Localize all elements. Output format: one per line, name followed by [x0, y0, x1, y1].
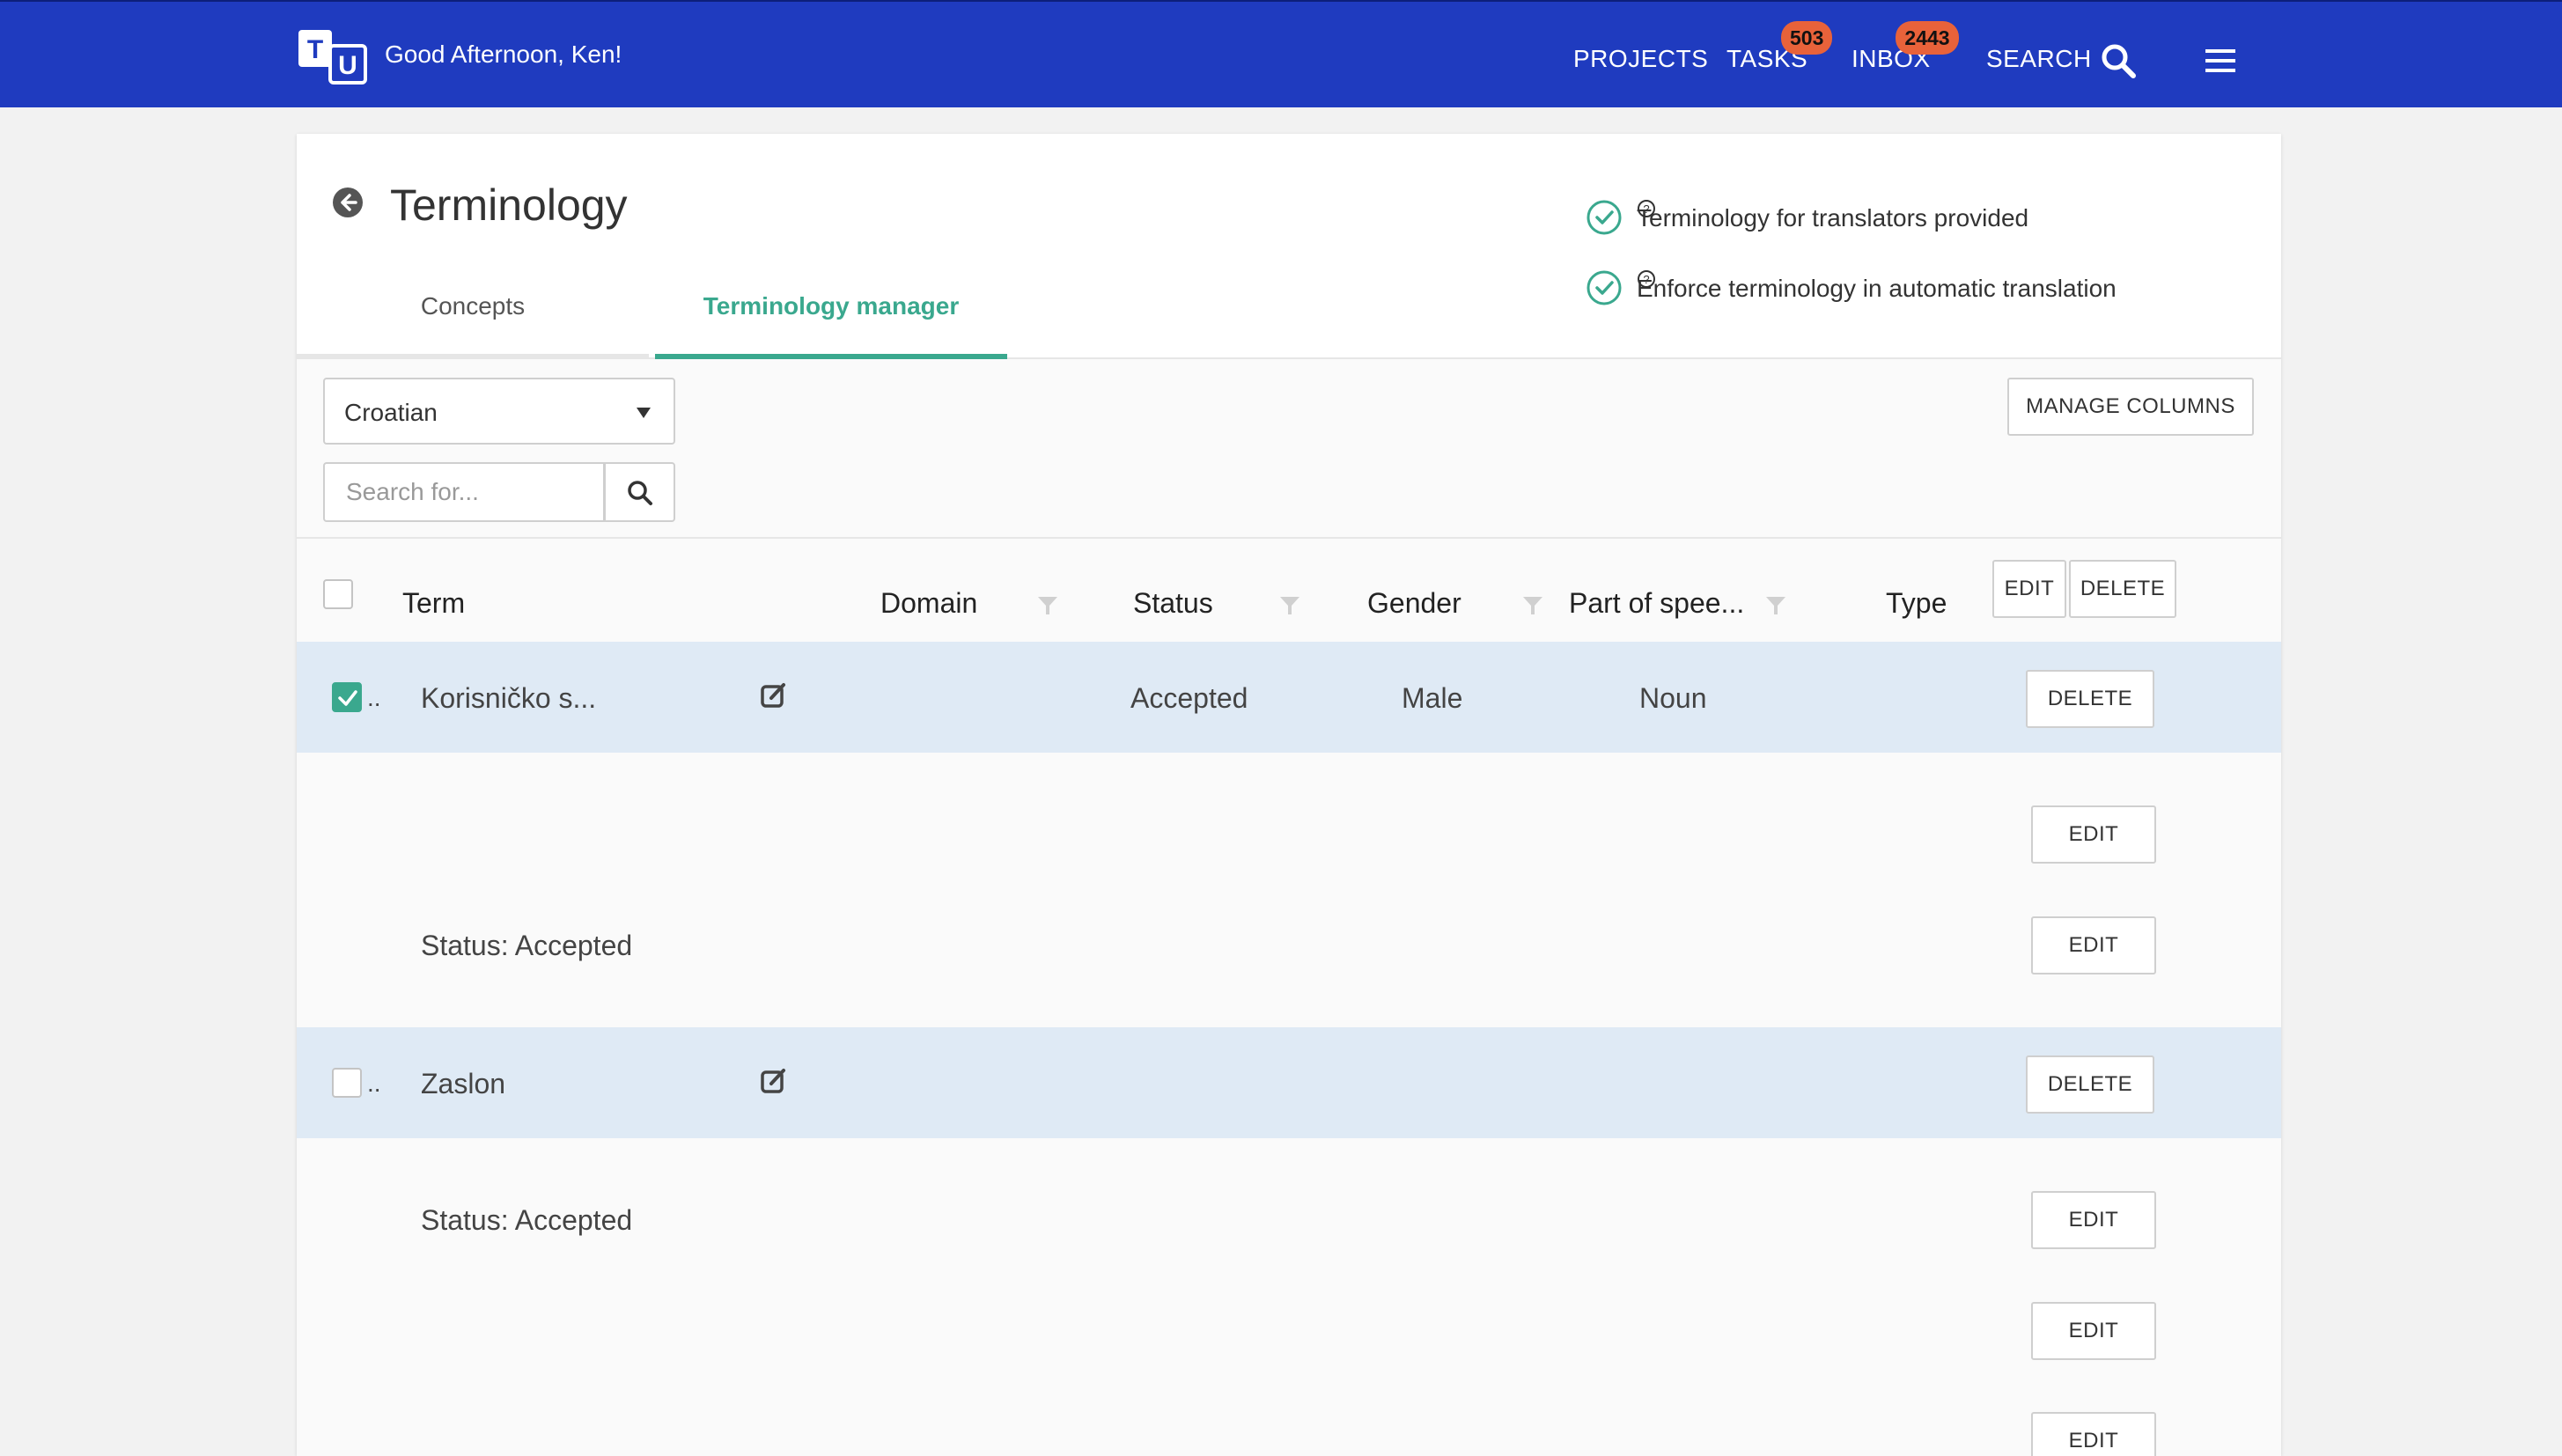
- detail-status-text: Status: Accepted: [421, 930, 633, 961]
- column-header-gender[interactable]: Gender: [1367, 587, 1461, 620]
- svg-text:?: ?: [1643, 273, 1649, 286]
- page-title: Terminology: [390, 180, 628, 230]
- term-cell: Korisničko s...: [421, 682, 597, 714]
- detail-edit-button[interactable]: EDIT: [2031, 916, 2156, 974]
- language-select-value: Croatian: [344, 399, 438, 426]
- card-header: Terminology Terminology for translators …: [297, 134, 2281, 359]
- checkmark-icon: [338, 690, 357, 706]
- search-icon[interactable]: [2100, 42, 2137, 84]
- nav-projects[interactable]: PROJECTS: [1573, 45, 1708, 73]
- row-checkbox[interactable]: [332, 1068, 362, 1098]
- search-button[interactable]: [604, 462, 675, 522]
- tab-label: Terminology manager: [703, 292, 960, 320]
- status-cell: Accepted: [1130, 682, 1248, 714]
- hamburger-menu-icon[interactable]: [2205, 48, 2235, 78]
- svg-text:T: T: [307, 35, 323, 64]
- edit-icon[interactable]: [759, 680, 789, 715]
- row-checkbox[interactable]: [332, 682, 362, 712]
- inbox-count-badge: 2443: [1896, 21, 1959, 55]
- detail-edit-button[interactable]: EDIT: [2031, 805, 2156, 864]
- svg-text:?: ?: [1643, 202, 1649, 216]
- column-header-type[interactable]: Type: [1886, 587, 1947, 620]
- app-logo[interactable]: T U: [297, 28, 369, 86]
- search-icon: [628, 481, 652, 505]
- filter-icon[interactable]: [1279, 595, 1300, 621]
- table-row[interactable]: .. Zaslon DELETE: [297, 1027, 2281, 1138]
- filter-icon[interactable]: [1765, 595, 1786, 621]
- check-circle-icon: [1587, 270, 1622, 305]
- part-of-speech-cell: Noun: [1639, 682, 1707, 714]
- filter-icon[interactable]: [1037, 595, 1058, 621]
- top-navigation-bar: T U Good Afternoon, Ken! PROJECTS TASKS …: [0, 0, 2562, 107]
- search-input[interactable]: [323, 462, 605, 522]
- dropdown-caret-icon: [637, 408, 651, 418]
- tab-terminology-manager[interactable]: Terminology manager: [655, 292, 1007, 359]
- back-arrow-icon[interactable]: [332, 187, 364, 223]
- check-circle-icon: [1587, 200, 1622, 235]
- option-label: Terminology for translators provided ?: [1637, 200, 2028, 232]
- column-header-term[interactable]: Term: [402, 587, 465, 620]
- expand-toggle[interactable]: ..: [367, 1070, 381, 1098]
- row-delete-button[interactable]: DELETE: [2026, 670, 2154, 728]
- expand-toggle[interactable]: ..: [367, 684, 381, 712]
- manage-columns-button[interactable]: MANAGE COLUMNS: [2007, 378, 2254, 436]
- help-icon[interactable]: ?: [1637, 269, 1656, 289]
- detail-edit-button[interactable]: EDIT: [2031, 1302, 2156, 1360]
- terminology-card: Terminology Terminology for translators …: [297, 134, 2281, 1456]
- row-delete-button[interactable]: DELETE: [2026, 1055, 2154, 1114]
- term-cell: Zaslon: [421, 1068, 506, 1099]
- nav-search[interactable]: SEARCH: [1986, 45, 2092, 73]
- detail-edit-button[interactable]: EDIT: [2031, 1191, 2156, 1249]
- detail-status-text: Status: Accepted: [421, 1204, 633, 1236]
- bulk-edit-button[interactable]: EDIT: [1992, 560, 2066, 618]
- column-header-part-of-speech[interactable]: Part of spee...: [1569, 587, 1744, 620]
- help-icon[interactable]: ?: [1637, 199, 1656, 218]
- option-label: Enforce terminology in automatic transla…: [1637, 270, 2117, 303]
- column-header-status[interactable]: Status: [1133, 587, 1213, 620]
- edit-icon[interactable]: [759, 1066, 789, 1100]
- greeting-text: Good Afternoon, Ken!: [385, 40, 622, 68]
- bulk-delete-button[interactable]: DELETE: [2069, 560, 2176, 618]
- tab-label: Concepts: [420, 292, 526, 320]
- tasks-count-badge: 503: [1781, 21, 1833, 55]
- language-select[interactable]: Croatian: [323, 378, 675, 445]
- tab-concepts[interactable]: Concepts: [297, 292, 649, 359]
- svg-text:U: U: [338, 51, 357, 80]
- gender-cell: Male: [1402, 682, 1463, 714]
- select-all-checkbox[interactable]: [323, 579, 353, 609]
- detail-edit-button[interactable]: EDIT: [2031, 1412, 2156, 1456]
- filter-icon[interactable]: [1522, 595, 1543, 621]
- divider: [297, 537, 2281, 539]
- column-header-domain[interactable]: Domain: [880, 587, 977, 620]
- table-row[interactable]: .. Korisničko s... Accepted Male Noun DE…: [297, 642, 2281, 753]
